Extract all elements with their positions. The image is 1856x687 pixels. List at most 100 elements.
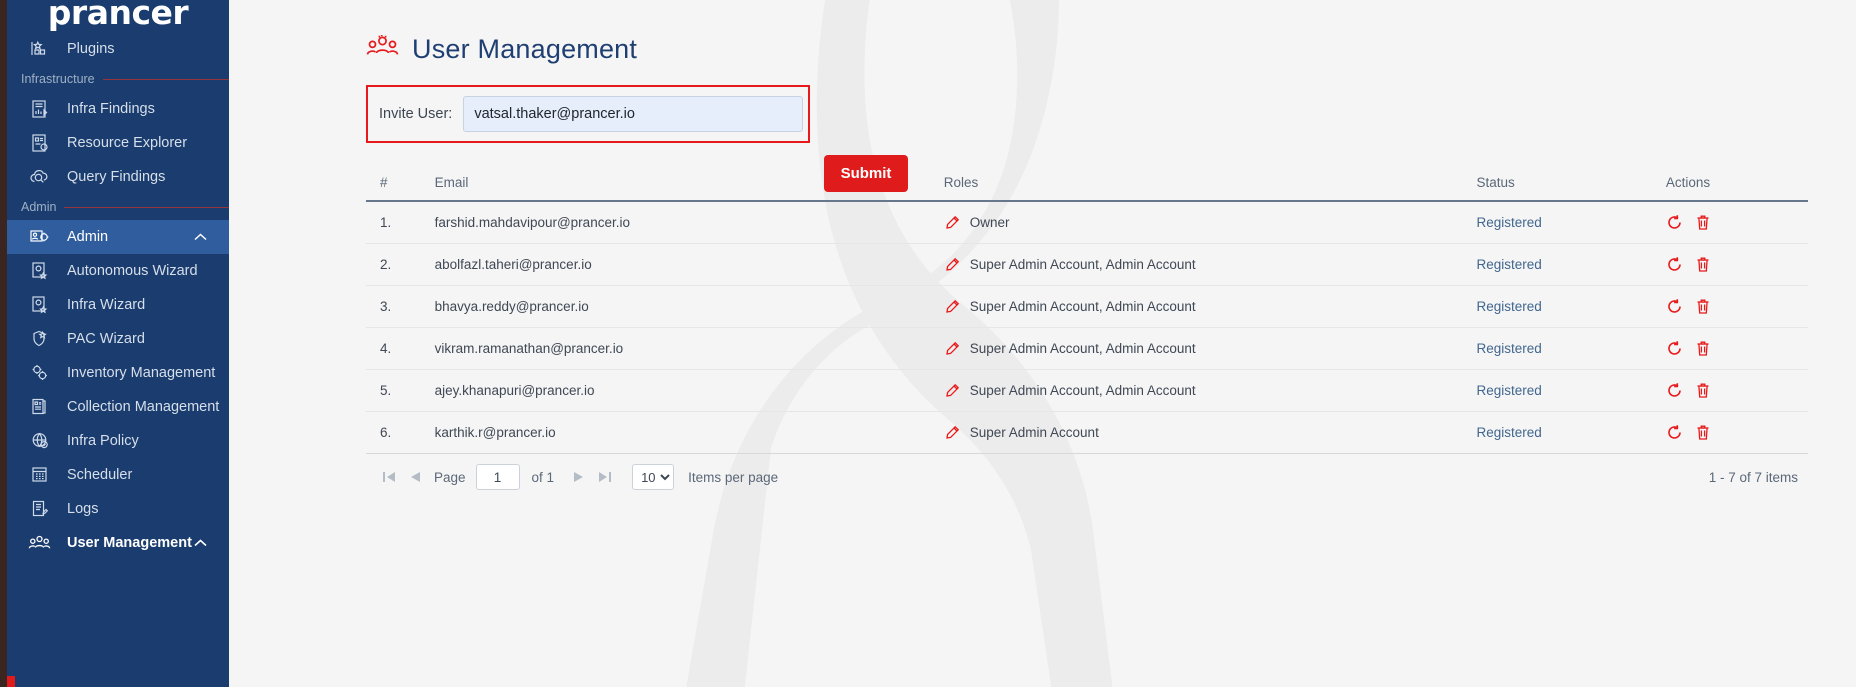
sidebar-item-plugins[interactable]: Plugins [7, 32, 229, 66]
table-row: 4. vikram.ramanathan@prancer.io Super Admi… [366, 327, 1808, 370]
cell-roles: Super Admin Account, Admin Account [943, 243, 1477, 286]
sidebar-item-autonomous-wizard[interactable]: Autonomous Wizard [7, 254, 229, 288]
cell-status: Registered [1476, 201, 1666, 244]
pencil-edit-icon[interactable] [944, 341, 960, 357]
first-page-icon[interactable] [376, 471, 402, 483]
roles-text: Super Admin Account, Admin Account [969, 383, 1196, 398]
cell-actions [1665, 243, 1808, 286]
resend-refresh-icon[interactable] [1666, 214, 1683, 231]
sidebar-item-infra-wizard[interactable]: Infra Wizard [7, 288, 229, 322]
app-root: prancer Plugins Infrastructure Infra Fin… [0, 0, 1856, 687]
sidebar-item-label: Infra Findings [67, 101, 155, 117]
sidebar-item-pac-wizard[interactable]: PAC Wizard [7, 322, 229, 356]
sidebar-item-user-management[interactable]: User Management [7, 526, 229, 560]
cell-roles: Super Admin Account, Admin Account [943, 327, 1477, 370]
trash-delete-icon[interactable] [1695, 424, 1711, 441]
sidebar-item-infra-policy[interactable]: Infra Policy [7, 424, 229, 458]
table-body: 1. farshid.mahdavipour@prancer.io Owner Reg… [366, 201, 1808, 454]
sidebar-item-infra-findings[interactable]: Infra Findings [7, 92, 229, 126]
item-count-label: 1 - 7 of 7 items [1708, 469, 1798, 485]
users-group-icon [366, 34, 400, 65]
brand-logo[interactable]: prancer [7, 0, 229, 32]
chevron-up-icon[interactable] [194, 535, 207, 551]
query-findings-icon [27, 166, 53, 188]
sidebar: prancer Plugins Infrastructure Infra Fin… [0, 0, 229, 687]
resend-refresh-icon[interactable] [1666, 340, 1683, 357]
cell-email: bhavya.reddy@prancer.io [434, 285, 944, 328]
items-per-page-label: Items per page [688, 469, 779, 485]
brand-name: prancer [47, 0, 189, 32]
page-size-select[interactable]: 102050100 [632, 464, 675, 490]
cell-roles: Super Admin Account, Admin Account [943, 369, 1477, 412]
content-area: User Management Invite User: Submit # Em… [229, 0, 1856, 500]
resend-refresh-icon[interactable] [1666, 424, 1683, 441]
resend-refresh-icon[interactable] [1666, 298, 1683, 315]
resource-explorer-icon [27, 132, 53, 154]
cell-index: 6. [366, 411, 435, 454]
users-table-wrapper: # Email Roles Status Actions 1. farshid.m… [366, 169, 1808, 454]
pencil-edit-icon[interactable] [944, 425, 960, 441]
roles-text: Owner [969, 215, 1010, 230]
sidebar-item-logs[interactable]: Logs [7, 492, 229, 526]
cell-email: vikram.ramanathan@prancer.io [434, 327, 944, 370]
pencil-edit-icon[interactable] [944, 215, 960, 231]
user-management-icon [27, 532, 53, 554]
cell-index: 1. [366, 201, 435, 244]
sidebar-bottom-indicator [7, 676, 15, 687]
last-page-icon[interactable] [592, 471, 618, 483]
sidebar-item-label: Query Findings [67, 169, 166, 185]
sidebar-item-resource-explorer[interactable]: Resource Explorer [7, 126, 229, 160]
plugins-icon [27, 38, 53, 60]
cell-status: Registered [1476, 243, 1666, 286]
pencil-edit-icon[interactable] [944, 383, 960, 399]
status-badge: Registered [1476, 383, 1542, 398]
section-divider [64, 206, 229, 208]
roles-text: Super Admin Account, Admin Account [969, 341, 1196, 356]
trash-delete-icon[interactable] [1695, 298, 1711, 315]
infra-findings-icon [27, 98, 53, 120]
page-title: User Management [412, 34, 638, 64]
cell-actions [1665, 201, 1808, 244]
sidebar-item-collection-management[interactable]: Collection Management [7, 390, 229, 424]
cell-email: abolfazl.taheri@prancer.io [434, 243, 944, 286]
trash-delete-icon[interactable] [1695, 340, 1711, 357]
cell-actions [1665, 411, 1808, 454]
sidebar-section-label: Admin [21, 200, 57, 214]
cell-email: karthik.r@prancer.io [434, 411, 944, 454]
table-row: 6. karthik.r@prancer.io Super Admin Accoun… [366, 411, 1808, 454]
sidebar-item-label: Collection Management [67, 399, 220, 415]
sidebar-item-query-findings[interactable]: Query Findings [7, 160, 229, 194]
sidebar-item-scheduler[interactable]: Scheduler [7, 458, 229, 492]
sidebar-item-label: Resource Explorer [67, 135, 188, 151]
table-row: 1. farshid.mahdavipour@prancer.io Owner Reg… [366, 201, 1808, 244]
cell-roles: Super Admin Account [943, 411, 1477, 454]
sidebar-item-label: Plugins [67, 41, 115, 57]
submit-button[interactable]: Submit [824, 155, 908, 192]
prev-page-icon[interactable] [402, 471, 428, 483]
trash-delete-icon[interactable] [1695, 256, 1711, 273]
inventory-management-icon [27, 362, 53, 384]
invite-email-input[interactable] [463, 96, 804, 132]
table-head: # Email Roles Status Actions [366, 169, 1808, 202]
sidebar-scroll-area[interactable]: prancer Plugins Infrastructure Infra Fin… [7, 0, 229, 687]
page-number-input[interactable] [475, 464, 520, 490]
roles-text: Super Admin Account [969, 425, 1099, 440]
status-badge: Registered [1476, 299, 1542, 314]
sidebar-item-admin[interactable]: Admin [7, 220, 229, 254]
pencil-edit-icon[interactable] [944, 257, 960, 273]
trash-delete-icon[interactable] [1695, 382, 1711, 399]
chevron-up-icon[interactable] [194, 229, 207, 245]
resend-refresh-icon[interactable] [1666, 256, 1683, 273]
resend-refresh-icon[interactable] [1666, 382, 1683, 399]
sidebar-item-inventory-management[interactable]: Inventory Management [7, 356, 229, 390]
column-header-status: Status [1476, 169, 1666, 202]
sidebar-item-label: Infra Wizard [67, 297, 146, 313]
pencil-edit-icon[interactable] [944, 299, 960, 315]
table-header-row: # Email Roles Status Actions [366, 169, 1808, 202]
logs-icon [27, 498, 53, 520]
collection-management-icon [27, 396, 53, 418]
next-page-icon[interactable] [566, 471, 592, 483]
cell-status: Registered [1476, 285, 1666, 328]
trash-delete-icon[interactable] [1695, 214, 1711, 231]
column-header-actions: Actions [1665, 169, 1808, 202]
